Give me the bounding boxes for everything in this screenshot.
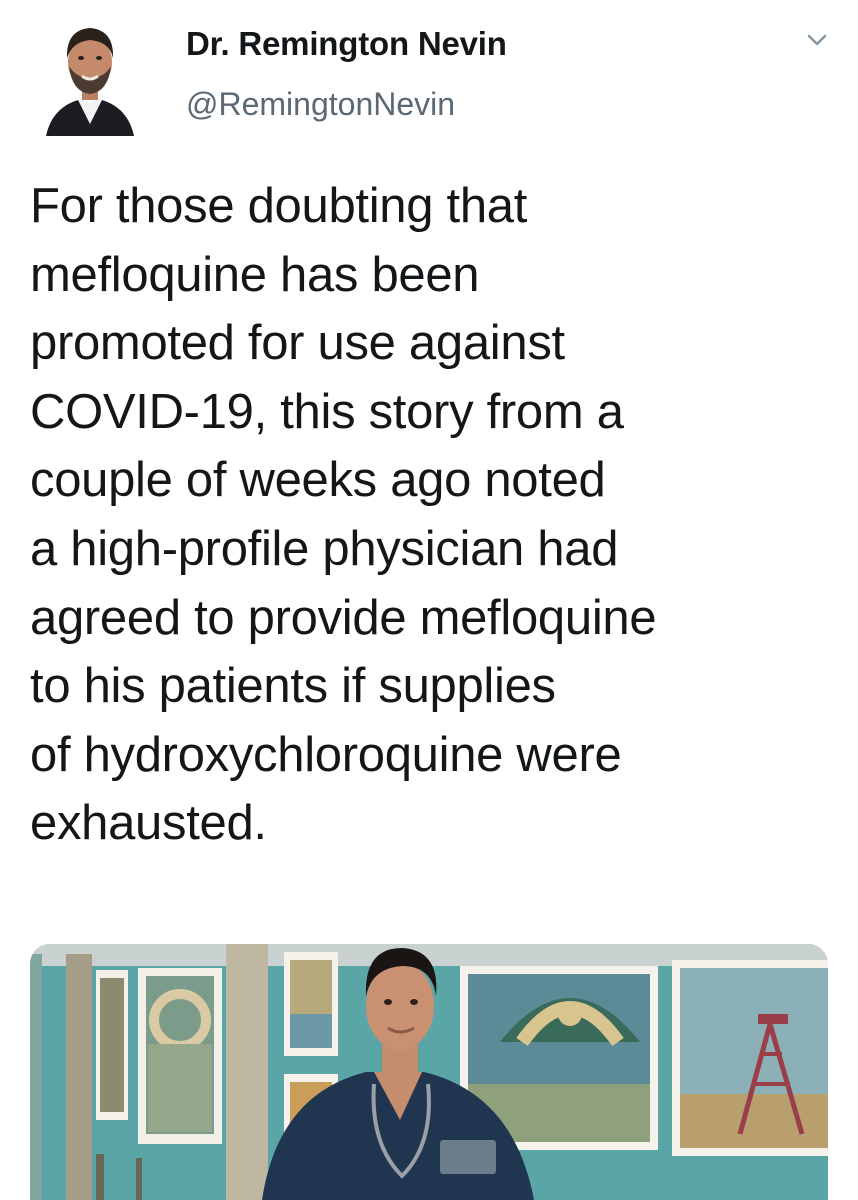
tweet-text: For those doubting that mefloquine has b…	[30, 172, 830, 858]
author-display-name[interactable]: Dr. Remington Nevin	[186, 25, 507, 63]
tweet-text-line: exhausted.	[30, 796, 267, 851]
tweet-text-line: For those doubting that	[30, 179, 528, 233]
tweet-text-line: promoted for use against	[30, 316, 565, 371]
tweet-text-line: mefloquine has been	[30, 247, 480, 302]
tweet-text-line: a high-profile physician had	[30, 521, 619, 576]
tweet-text-line: couple of weeks ago noted	[30, 453, 606, 508]
tweet-text-line: COVID-19, this story from a	[30, 384, 624, 439]
tweet-media-image[interactable]	[30, 944, 828, 1200]
chevron-down-icon[interactable]	[800, 28, 834, 54]
tweet-text-line: agreed to provide mefloquine	[30, 590, 657, 645]
author-handle[interactable]: @RemingtonNevin	[186, 86, 455, 123]
tweet-text-line: to his patients if supplies	[30, 659, 556, 714]
avatar[interactable]	[44, 12, 136, 136]
tweet-text-line: of hydroxychloroquine were	[30, 727, 622, 782]
tweet-card: Dr. Remington Nevin @RemingtonNevin For …	[0, 0, 858, 1200]
